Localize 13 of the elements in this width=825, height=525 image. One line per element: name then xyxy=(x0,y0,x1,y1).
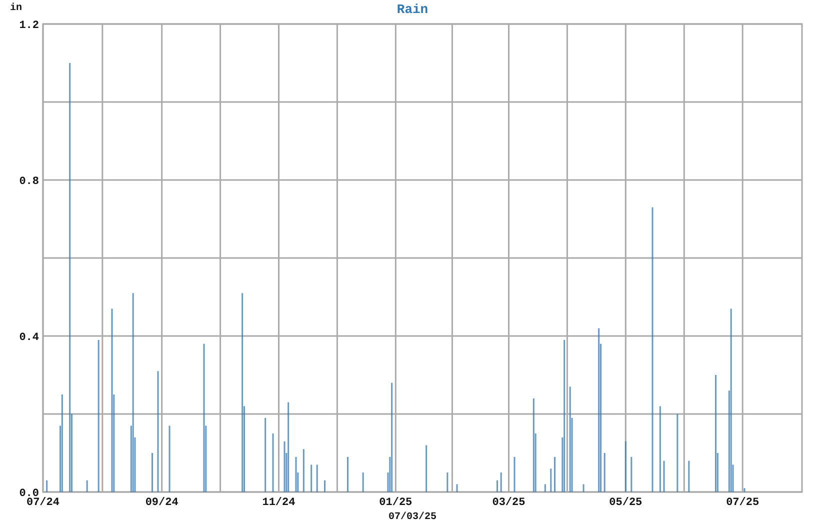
axis-tick-label: 0.8 xyxy=(19,176,39,188)
axis-tick-label: 01/25 xyxy=(379,497,412,509)
date-label: 07/03/25 xyxy=(388,512,436,525)
axis-tick-label: 11/24 xyxy=(262,497,296,509)
axis-tick-label: 07/24 xyxy=(26,497,60,509)
axis-tick-label: 07/25 xyxy=(726,497,760,509)
chart-title: Rain xyxy=(396,1,428,17)
axis-tick-label: 03/25 xyxy=(492,497,526,509)
axis-tick-label: 1.2 xyxy=(19,20,39,32)
axis-unit-label: in xyxy=(10,3,22,14)
axis-tick-label: 0.4 xyxy=(19,332,39,344)
axis-tick-label: 09/24 xyxy=(145,497,178,509)
axis-tick-label: 05/25 xyxy=(609,497,642,509)
